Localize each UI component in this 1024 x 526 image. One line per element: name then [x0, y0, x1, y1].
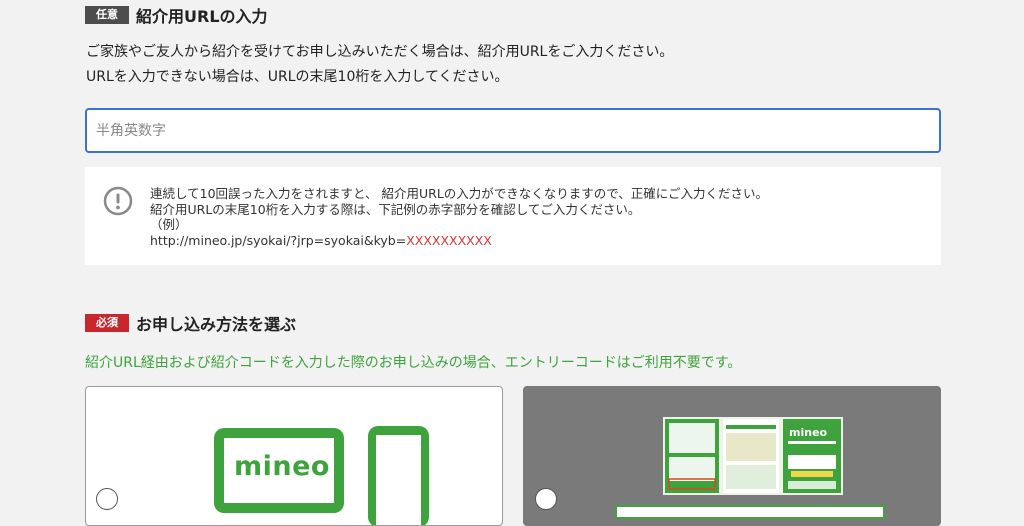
- referral-url-input[interactable]: [85, 108, 941, 153]
- example-url-code: XXXXXXXXXX: [406, 232, 492, 248]
- referral-description-line2: URLを入力できない場合は、URLの末尾10桁を入力してください。: [86, 69, 509, 85]
- option-card-online[interactable]: mineo: [85, 386, 503, 526]
- radio-entry-package[interactable]: [535, 488, 557, 510]
- radio-online[interactable]: [96, 488, 118, 510]
- method-title: お申し込み方法を選ぶ: [136, 315, 297, 334]
- referral-description: ご家族やご友人から紹介を受けてお申し込みいただく場合は、紹介用URLをご入力くだ…: [86, 40, 986, 90]
- referral-url-title: 紹介用URLの入力: [136, 7, 268, 26]
- entry-code-notice: 紹介URL経由および紹介コードを入力した際のお申し込みの場合、エントリーコードは…: [85, 355, 742, 371]
- note-line-1: 連続して10回誤った入力をされますと、 紹介用URLの入力ができなくなりますので…: [150, 186, 769, 201]
- option-card-entry-package[interactable]: mineo: [523, 386, 941, 526]
- referral-note-box: 連続して10回誤った入力をされますと、 紹介用URLの入力ができなくなりますので…: [85, 167, 941, 265]
- referral-description-line1: ご家族やご友人から紹介を受けてお申し込みいただく場合は、紹介用URLをご入力くだ…: [86, 44, 674, 60]
- referral-note-text: 連続して10回誤った入力をされますと、 紹介用URLの入力ができなくなりますので…: [150, 186, 930, 248]
- example-url: http://mineo.jp/syokai/?jrp=syokai&kyb=X…: [150, 233, 930, 249]
- exclamation-icon: [103, 186, 133, 216]
- note-line-2: 紹介用URLの末尾10桁を入力する際は、下記例の赤字部分を確認してご入力ください…: [150, 201, 641, 217]
- note-example-label: （例）: [150, 217, 188, 232]
- optional-badge: 任意: [85, 6, 129, 24]
- mineo-logo-text: mineo: [234, 451, 330, 482]
- required-badge: 必須: [85, 314, 129, 332]
- example-url-prefix: http://mineo.jp/syokai/?jrp=syokai&kyb=: [150, 232, 407, 248]
- svg-text:mineo: mineo: [789, 426, 828, 439]
- entry-code-sample-bar: [615, 505, 885, 519]
- entry-package-image: mineo: [663, 417, 843, 495]
